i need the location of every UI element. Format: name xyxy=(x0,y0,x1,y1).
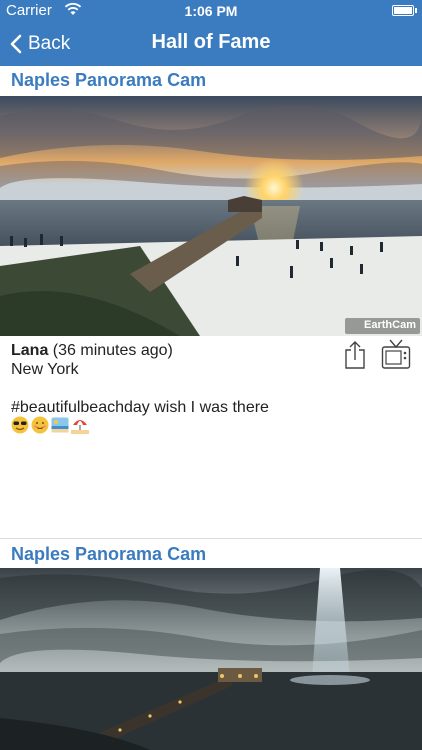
earthcam-watermark: EarthCam xyxy=(364,319,416,331)
battery-icon xyxy=(392,5,417,16)
post-comment: #beautifulbeachday wish I was there xyxy=(11,399,269,416)
post-divider xyxy=(0,538,422,539)
emoji-row xyxy=(11,416,89,434)
post-time: (36 minutes ago) xyxy=(52,342,173,359)
beach-picture-icon xyxy=(51,417,69,433)
cam-title[interactable]: Naples Panorama Cam xyxy=(11,544,206,565)
sunglasses-face-icon xyxy=(11,416,29,434)
cam-snapshot-sunset[interactable]: EarthCam xyxy=(0,96,422,336)
smiling-face-icon xyxy=(31,416,49,434)
cam-snapshot-night[interactable] xyxy=(0,568,422,750)
cam-title[interactable]: Naples Panorama Cam xyxy=(11,70,206,91)
status-bar: Carrier 1:06 PM xyxy=(0,0,422,22)
sunset-pier-image xyxy=(0,96,422,336)
navigation-bar: Back Hall of Fame xyxy=(0,22,422,66)
post-location: New York xyxy=(11,361,79,378)
post-meta: Lana (36 minutes ago) New York xyxy=(11,341,173,379)
tv-icon[interactable] xyxy=(381,338,411,370)
post-author-line: Lana (36 minutes ago) xyxy=(11,341,173,360)
clock: 1:06 PM xyxy=(184,3,238,19)
page-title: Hall of Fame xyxy=(151,31,271,53)
night-pier-image xyxy=(0,568,422,750)
post-author[interactable]: Lana xyxy=(11,342,48,359)
beach-umbrella-icon xyxy=(71,420,89,434)
share-icon[interactable] xyxy=(344,340,366,370)
